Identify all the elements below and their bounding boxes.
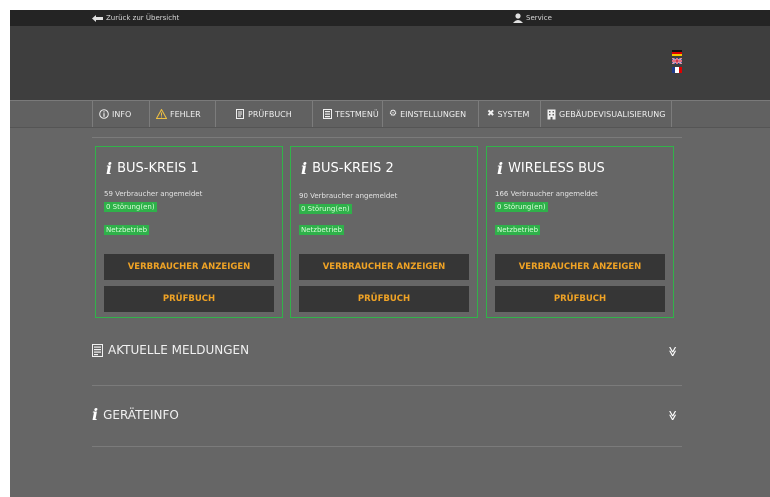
card-title-label: BUS-KREIS 2 bbox=[312, 161, 394, 176]
consumer-count: 166 Verbraucher angemeldet bbox=[495, 190, 598, 198]
info-icon: i bbox=[92, 405, 99, 424]
logbook-button[interactable]: PRÜFBUCH bbox=[104, 286, 274, 312]
bus-card-3: i WIRELESS BUS 166 Verbraucher angemelde… bbox=[486, 146, 674, 318]
nav-item-info[interactable]: INFO bbox=[92, 101, 150, 127]
fault-badge: 0 Störung(en) bbox=[495, 202, 548, 212]
bus-card-2: i BUS-KREIS 2 90 Verbraucher angemeldet … bbox=[290, 146, 478, 318]
nav-item-einstellungen[interactable]: ⚙ EINSTELLUNGEN bbox=[383, 101, 479, 127]
fault-badge: 0 Störung(en) bbox=[104, 202, 157, 212]
section-deviceinfo-title: GERÄTEINFO bbox=[103, 407, 179, 422]
flag-fr-icon[interactable] bbox=[672, 67, 682, 73]
flag-de-icon[interactable] bbox=[672, 50, 682, 56]
divider bbox=[92, 446, 682, 447]
section-deviceinfo-header[interactable]: i GERÄTEINFO bbox=[92, 405, 179, 424]
nav-item-gebaeudevisualisierung[interactable]: GEBÄUDEVISUALISIERUNG bbox=[541, 101, 672, 127]
building-icon bbox=[547, 109, 556, 119]
back-link[interactable]: Zurück zur Übersicht bbox=[92, 14, 179, 22]
chevron-down-icon[interactable]: ≫ bbox=[667, 410, 678, 420]
warning-icon bbox=[156, 109, 167, 119]
header bbox=[10, 26, 770, 100]
consumer-count: 59 Verbraucher angemeldet bbox=[104, 190, 203, 198]
card-title-label: WIRELESS BUS bbox=[508, 161, 605, 176]
bus-card-1: i BUS-KREIS 1 59 Verbraucher angemeldet … bbox=[95, 146, 283, 318]
chevron-down-icon[interactable]: ≫ bbox=[667, 346, 678, 356]
nav-item-testmenue-label: TESTMENÜ bbox=[335, 109, 379, 119]
info-icon: i bbox=[497, 159, 504, 178]
nav-item-system[interactable]: ✖ SYSTEM bbox=[479, 101, 541, 127]
card-title-label: BUS-KREIS 1 bbox=[117, 161, 199, 176]
consumer-count: 90 Verbraucher angemeldet bbox=[299, 192, 398, 200]
logbook-button[interactable]: PRÜFBUCH bbox=[495, 286, 665, 312]
mode-badge: Netzbetrieb bbox=[299, 225, 345, 235]
flag-en-icon[interactable] bbox=[672, 58, 682, 64]
card-title: i BUS-KREIS 1 bbox=[106, 159, 199, 178]
nav-item-pruefbuch-label: PRÜFBUCH bbox=[248, 109, 292, 119]
logbook-button[interactable]: PRÜFBUCH bbox=[299, 286, 469, 312]
nav-item-info-label: INFO bbox=[112, 109, 132, 119]
service-link[interactable]: Service bbox=[513, 13, 552, 23]
nav-item-einstellungen-label: EINSTELLUNGEN bbox=[400, 109, 467, 119]
back-link-label: Zurück zur Übersicht bbox=[106, 14, 180, 22]
info-circle-icon bbox=[99, 109, 109, 119]
divider bbox=[92, 385, 682, 386]
messages-icon bbox=[92, 343, 103, 357]
show-consumers-button[interactable]: VERBRAUCHER ANZEIGEN bbox=[495, 254, 665, 280]
card-title: i BUS-KREIS 2 bbox=[301, 159, 394, 178]
nav-item-testmenue[interactable]: TESTMENÜ bbox=[313, 101, 383, 127]
card-title: i WIRELESS BUS bbox=[497, 159, 605, 178]
mode-badge: Netzbetrieb bbox=[495, 225, 541, 235]
nav-item-fehler-label: FEHLER bbox=[170, 109, 201, 119]
top-bar: Zurück zur Übersicht Service bbox=[10, 10, 770, 26]
mode-badge: Netzbetrieb bbox=[104, 225, 150, 235]
section-messages-header[interactable]: AKTUELLE MELDUNGEN bbox=[92, 343, 249, 357]
service-label: Service bbox=[526, 14, 552, 22]
info-icon: i bbox=[106, 159, 113, 178]
nav-item-gebaeudevisualisierung-label: GEBÄUDEVISUALISIERUNG bbox=[559, 109, 666, 119]
info-icon: i bbox=[301, 159, 308, 178]
section-messages-title: AKTUELLE MELDUNGEN bbox=[108, 343, 250, 357]
logbook-icon bbox=[236, 109, 244, 119]
app-frame: Zurück zur Übersicht Service INFO FEHLER… bbox=[10, 10, 770, 497]
nav-item-system-label: SYSTEM bbox=[497, 109, 530, 119]
arrow-left-icon bbox=[92, 14, 103, 22]
test-menu-icon bbox=[323, 109, 332, 119]
nav-item-fehler[interactable]: FEHLER bbox=[150, 101, 216, 127]
user-icon bbox=[513, 13, 523, 23]
nav-item-pruefbuch[interactable]: PRÜFBUCH bbox=[216, 101, 313, 127]
tools-icon: ✖ bbox=[487, 109, 495, 119]
show-consumers-button[interactable]: VERBRAUCHER ANZEIGEN bbox=[299, 254, 469, 280]
divider bbox=[92, 137, 682, 138]
fault-badge: 0 Störung(en) bbox=[299, 204, 352, 214]
gear-icon: ⚙ bbox=[389, 109, 398, 119]
main-nav: INFO FEHLER PRÜFBUCH TESTMENÜ ⚙ EINSTELL… bbox=[10, 100, 770, 128]
show-consumers-button[interactable]: VERBRAUCHER ANZEIGEN bbox=[104, 254, 274, 280]
